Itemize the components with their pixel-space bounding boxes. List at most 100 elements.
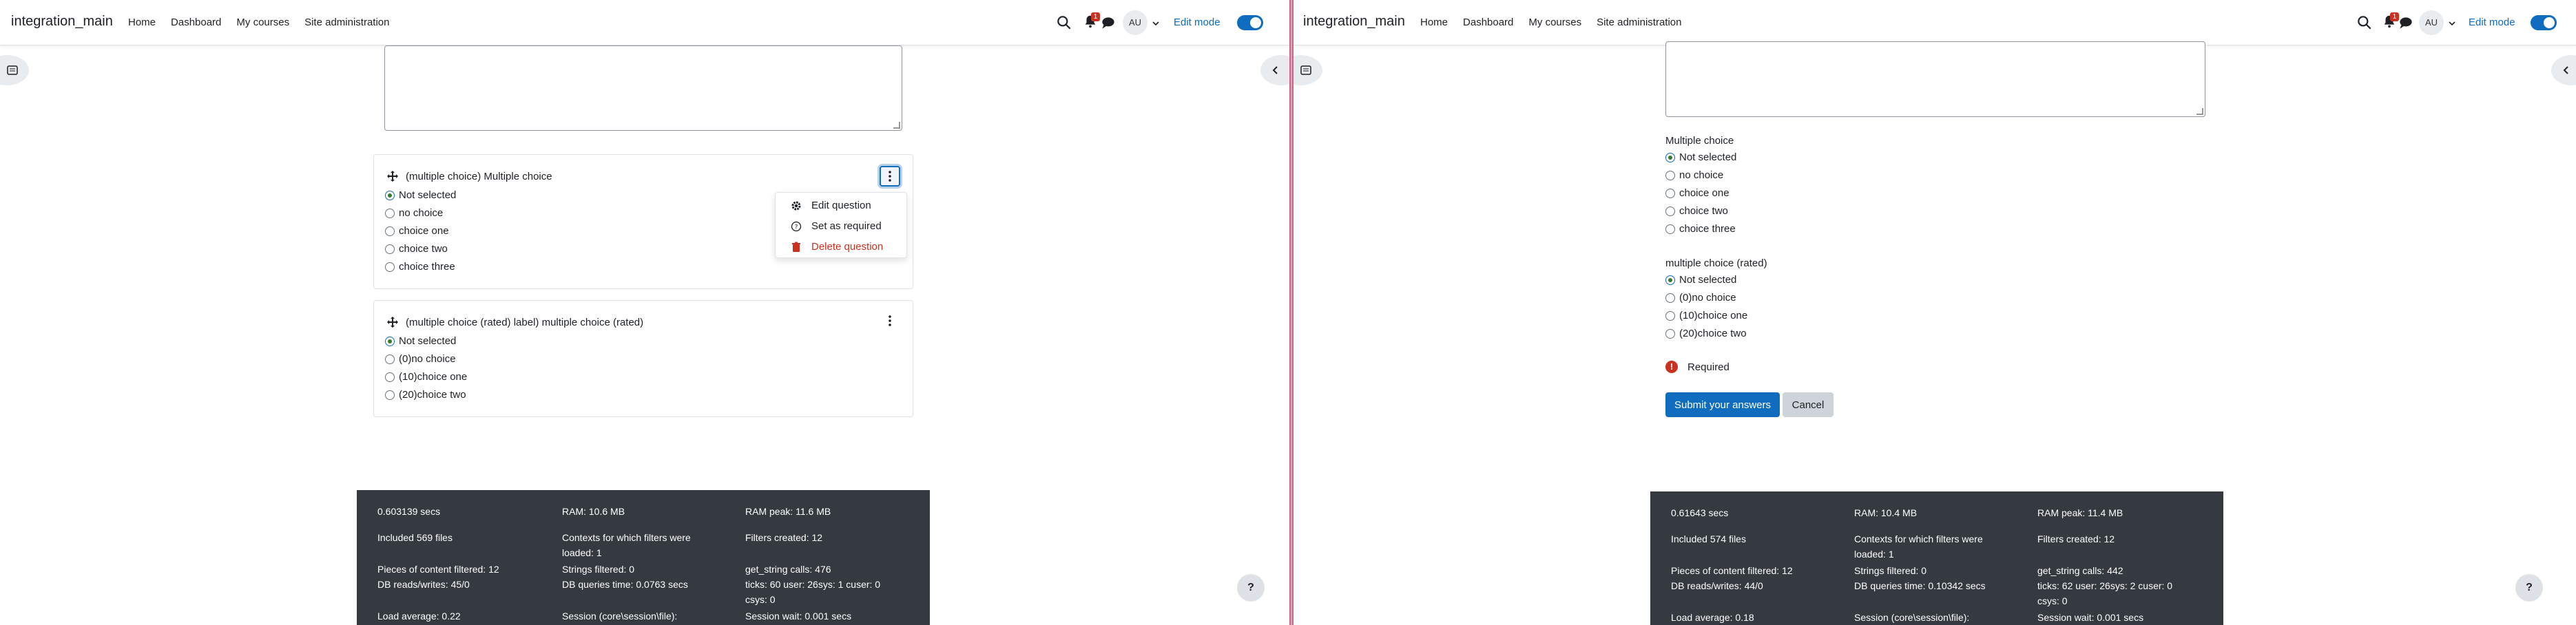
option-label: Not selected — [399, 189, 457, 201]
footer-stat: RAM peak: 11.6 MB — [745, 506, 831, 517]
question-actions-button[interactable] — [880, 166, 900, 187]
edit-mode-label: Edit mode — [1174, 17, 1221, 28]
nav-dashboard[interactable]: Dashboard — [171, 17, 221, 28]
nav-home[interactable]: Home — [128, 17, 156, 28]
required-notice: ! Required — [1665, 361, 1730, 373]
navbar: integration_main Home Dashboard My cours… — [1294, 0, 2576, 45]
radio-option[interactable]: Not selected — [385, 189, 456, 201]
course-index-toggle[interactable] — [1294, 55, 1322, 85]
radio-button[interactable] — [385, 390, 395, 400]
radio-option[interactable]: Not selected — [1665, 274, 1736, 286]
course-index-toggle[interactable] — [0, 55, 29, 85]
avatar[interactable]: AU — [2419, 10, 2444, 35]
cancel-button[interactable]: Cancel — [1783, 392, 1834, 417]
radio-button[interactable] — [385, 226, 395, 236]
radio-button[interactable] — [385, 190, 395, 200]
footer-stat: Filters created: 12 — [2037, 533, 2115, 544]
footer-stat: Strings filtered: 0 — [1854, 565, 1927, 576]
radio-option[interactable]: (0)no choice — [385, 353, 456, 365]
question-actions-button[interactable] — [880, 310, 900, 331]
radio-option[interactable]: choice one — [385, 225, 449, 237]
radio-option[interactable]: choice two — [1665, 205, 1728, 217]
kebab-icon — [889, 171, 891, 182]
radio-button[interactable] — [385, 354, 395, 364]
radio-button[interactable] — [385, 262, 395, 272]
radio-option[interactable]: (20)choice two — [385, 389, 466, 401]
radio-option[interactable]: (0)no choice — [1665, 292, 1736, 304]
messages-icon[interactable] — [2397, 14, 2415, 32]
radio-button[interactable] — [1665, 188, 1675, 198]
footer-stat: DB reads/writes: 44/0 — [1671, 580, 1763, 591]
nav-site-administration[interactable]: Site administration — [1597, 17, 1681, 28]
radio-option[interactable]: choice three — [385, 261, 455, 273]
option-label: choice one — [1679, 187, 1730, 199]
nav-site-administration[interactable]: Site administration — [304, 17, 389, 28]
radio-button[interactable] — [1665, 293, 1675, 303]
footer-stat: RAM: 10.4 MB — [1854, 507, 1918, 518]
radio-option[interactable]: (10)choice one — [385, 371, 467, 383]
radio-button[interactable] — [385, 208, 395, 218]
radio-option[interactable]: choice two — [385, 243, 448, 255]
move-icon[interactable] — [386, 316, 399, 328]
radio-button[interactable] — [1665, 328, 1675, 339]
right-window: integration_main Home Dashboard My cours… — [1294, 0, 2576, 625]
search-icon[interactable] — [1055, 14, 1073, 32]
radio-button[interactable] — [385, 244, 395, 254]
chevron-down-icon[interactable] — [1152, 19, 1160, 28]
radio-option[interactable]: Not selected — [1665, 151, 1736, 163]
radio-option[interactable]: (20)choice two — [1665, 328, 1747, 339]
question-title: (multiple choice) Multiple choice — [386, 170, 552, 182]
help-button[interactable]: ? — [1237, 574, 1265, 602]
radio-button[interactable] — [1665, 170, 1675, 180]
help-button[interactable]: ? — [2515, 574, 2543, 602]
block-drawer-toggle[interactable] — [2551, 55, 2576, 85]
nav-my-courses[interactable]: My courses — [1528, 17, 1581, 28]
menu-item-set-as-required[interactable]: ? Set as required — [791, 220, 882, 232]
radio-button[interactable] — [1665, 275, 1675, 285]
option-label: choice two — [399, 243, 448, 255]
radio-button[interactable] — [1665, 206, 1675, 216]
question-card-multiple-choice: (multiple choice) Multiple choice Not se… — [373, 154, 913, 289]
svg-text:?: ? — [795, 224, 798, 231]
radio-button[interactable] — [385, 372, 395, 382]
radio-button[interactable] — [1665, 224, 1675, 234]
menu-item-label: Delete question — [811, 241, 884, 253]
edit-mode-toggle[interactable] — [2531, 15, 2557, 30]
radio-option[interactable]: no choice — [1665, 169, 1723, 181]
radio-button[interactable] — [1665, 152, 1675, 162]
move-icon[interactable] — [386, 170, 399, 182]
radio-option[interactable]: Not selected — [385, 335, 456, 347]
question-action-menu: Edit question ? Set as required Delete q… — [775, 192, 907, 258]
nav-my-courses[interactable]: My courses — [236, 17, 289, 28]
performance-footer: 0.603139 secs Included 569 files Pieces … — [357, 490, 930, 625]
nav-home[interactable]: Home — [1420, 17, 1448, 28]
radio-button[interactable] — [385, 336, 395, 346]
block-drawer-toggle[interactable] — [1260, 55, 1289, 85]
text-answer-field[interactable] — [1665, 41, 2205, 117]
submit-answers-button[interactable]: Submit your answers — [1665, 392, 1780, 417]
nav-dashboard[interactable]: Dashboard — [1463, 17, 1513, 28]
menu-item-delete-question[interactable]: Delete question — [791, 241, 883, 253]
kebab-icon — [889, 315, 891, 326]
primary-nav: Home Dashboard My courses Site administr… — [128, 17, 390, 28]
notifications-button[interactable]: 1 — [1083, 12, 1101, 32]
performance-footer: 0.61643 secs Included 574 files Pieces o… — [1650, 491, 2223, 625]
text-answer-field[interactable] — [384, 45, 902, 131]
footer-stat: get_string calls: 476 — [745, 564, 831, 575]
edit-mode-toggle[interactable] — [1237, 15, 1263, 30]
site-brand[interactable]: integration_main — [11, 14, 113, 30]
radio-option[interactable]: (10)choice one — [1665, 310, 1747, 321]
required-label: Required — [1687, 361, 1730, 373]
radio-option[interactable]: choice three — [1665, 223, 1736, 235]
gear-icon — [791, 201, 801, 210]
messages-icon[interactable] — [1099, 14, 1117, 32]
site-brand[interactable]: integration_main — [1303, 14, 1405, 30]
search-icon[interactable] — [2356, 14, 2374, 32]
chevron-down-icon[interactable] — [2448, 19, 2456, 28]
radio-button[interactable] — [1665, 310, 1675, 321]
radio-option[interactable]: no choice — [385, 207, 443, 219]
menu-item-edit-question[interactable]: Edit question — [791, 200, 871, 211]
avatar[interactable]: AU — [1123, 10, 1147, 35]
footer-stat: ticks: 62 user: 26sys: 2 cuser: 0 csys: … — [2037, 580, 2173, 606]
radio-option[interactable]: choice one — [1665, 187, 1730, 199]
